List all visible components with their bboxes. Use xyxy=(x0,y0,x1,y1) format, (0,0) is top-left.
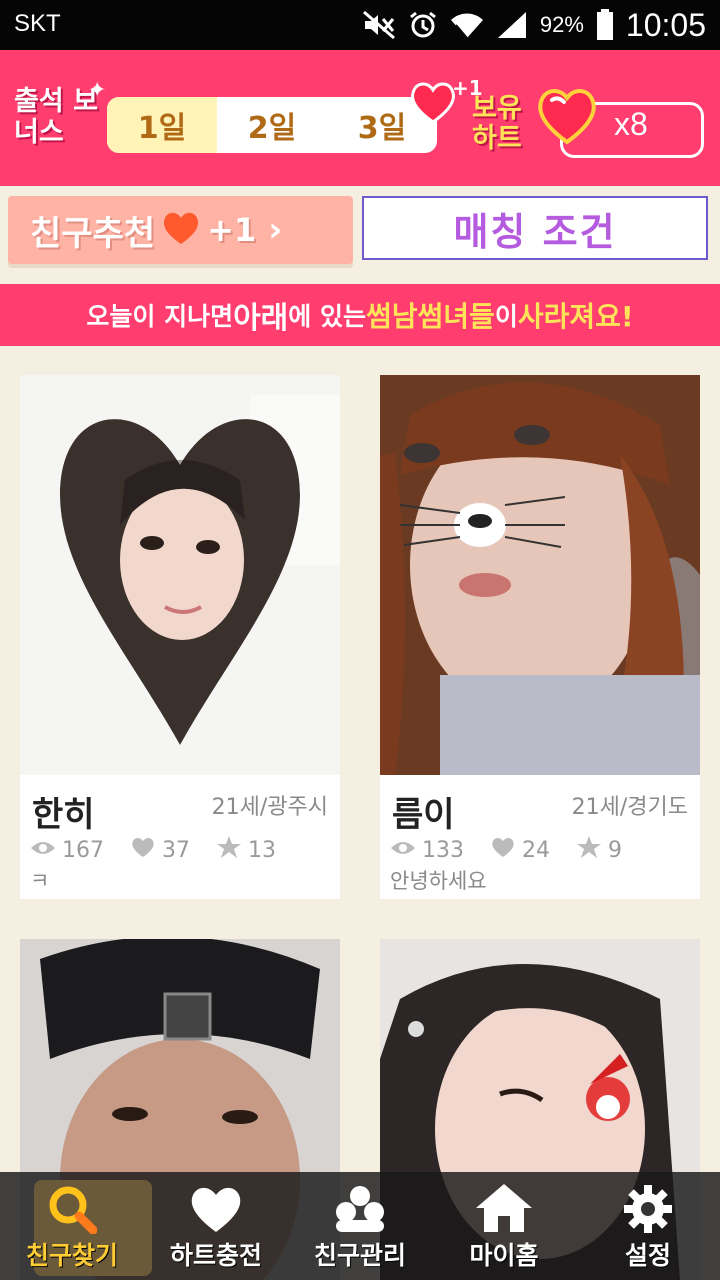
profile-card[interactable]: 한히 21세/광주시 167 37 13 ㅋ xyxy=(20,375,340,899)
eye-icon xyxy=(30,838,56,863)
nav-find-friends[interactable]: 친구찾기 xyxy=(0,1172,152,1280)
views-count: 133 xyxy=(422,837,464,863)
profile-age-location: 21세/광주시 xyxy=(211,795,328,820)
friend-recommend-button[interactable]: 친구추천 +1 › xyxy=(8,196,353,264)
bottom-navigation: 친구찾기 하트충전 친구관리 마이홈 설정 xyxy=(0,1172,720,1280)
heart-icon xyxy=(130,836,156,864)
nav-label: 친구찾기 xyxy=(25,1241,118,1270)
profile-message: 안녕하세요 xyxy=(390,869,487,893)
heart-icon xyxy=(161,210,201,250)
recommend-bonus: +1 xyxy=(207,211,257,249)
heart-icon xyxy=(534,86,600,150)
day-2: 2일 xyxy=(247,111,297,146)
star-icon xyxy=(216,835,242,865)
heart-bonus-icon xyxy=(408,80,458,128)
nav-friend-manage[interactable]: 친구관리 xyxy=(288,1172,432,1280)
profile-stats: 167 37 13 xyxy=(30,835,276,865)
chevron-right-icon: › xyxy=(268,210,283,250)
search-icon xyxy=(47,1180,97,1234)
attendance-days: 1일 2일 3일 xyxy=(107,97,437,153)
carrier-label: SKT xyxy=(14,10,61,37)
profile-name: 름이 xyxy=(392,795,455,835)
stars-count: 9 xyxy=(608,837,622,863)
profile-photo[interactable] xyxy=(380,375,700,775)
profile-age-location: 21세/경기도 xyxy=(571,795,688,820)
battery-icon xyxy=(596,9,614,41)
eye-icon xyxy=(390,838,416,863)
heart-icon xyxy=(490,836,516,864)
owned-hearts-label: 보유 하트 xyxy=(472,93,522,154)
signal-icon xyxy=(496,10,528,40)
status-bar: SKT 92% 10:05 xyxy=(0,0,720,50)
notice-text: 오늘이 지나면 xyxy=(86,302,234,331)
attendance-bonus-bar: 출석 보너스 ✦ 1일 2일 3일 +1 보유 하트 x8 xyxy=(0,50,720,186)
matching-label: 매칭 조건 xyxy=(453,209,617,254)
nav-heart-charge[interactable]: 하트충전 xyxy=(144,1172,288,1280)
nav-my-home[interactable]: 마이홈 xyxy=(432,1172,576,1280)
heart-icon xyxy=(187,1180,245,1234)
mute-icon xyxy=(362,10,396,40)
stars-count: 13 xyxy=(248,837,276,863)
owned-hearts-count: x8 xyxy=(614,106,648,142)
hearts-count: 24 xyxy=(522,837,550,863)
notice-highlight: 썸남썸녀들 xyxy=(366,300,495,333)
profile-photo[interactable] xyxy=(20,375,340,775)
wifi-icon xyxy=(450,10,484,40)
profile-name: 한히 xyxy=(32,795,95,835)
views-count: 167 xyxy=(62,837,104,863)
clock: 10:05 xyxy=(625,6,706,43)
nav-settings[interactable]: 설정 xyxy=(576,1172,720,1280)
home-icon xyxy=(474,1180,534,1234)
people-icon xyxy=(332,1180,388,1234)
nav-label: 설정 xyxy=(624,1241,671,1270)
profile-stats: 133 24 9 xyxy=(390,835,622,865)
profile-card[interactable]: 름이 21세/경기도 133 24 9 안녕하세요 xyxy=(380,375,700,899)
nav-label: 마이홈 xyxy=(469,1241,539,1270)
notice-highlight: 사라져요! xyxy=(517,300,634,333)
notice-text: 이 xyxy=(494,302,518,331)
notice-text: 에 있는 xyxy=(288,302,366,331)
nav-label: 친구관리 xyxy=(313,1241,406,1270)
notice-highlight: 아래 xyxy=(233,301,289,336)
battery-percent: 92% xyxy=(539,12,584,37)
sparkle-icon: ✦ xyxy=(88,78,107,103)
day-1: 1일 xyxy=(107,97,217,153)
recommend-label: 친구추천 xyxy=(30,213,156,254)
notice-banner: 오늘이 지나면 아래 에 있는 썸남썸녀들 이 사라져요! xyxy=(0,284,720,346)
gear-icon xyxy=(623,1180,673,1234)
matching-conditions-button[interactable]: 매칭 조건 xyxy=(362,196,708,260)
profile-message: ㅋ xyxy=(30,869,50,893)
hearts-count: 37 xyxy=(162,837,190,863)
star-icon xyxy=(576,835,602,865)
nav-label: 하트충전 xyxy=(169,1241,262,1270)
alarm-icon xyxy=(408,10,438,40)
